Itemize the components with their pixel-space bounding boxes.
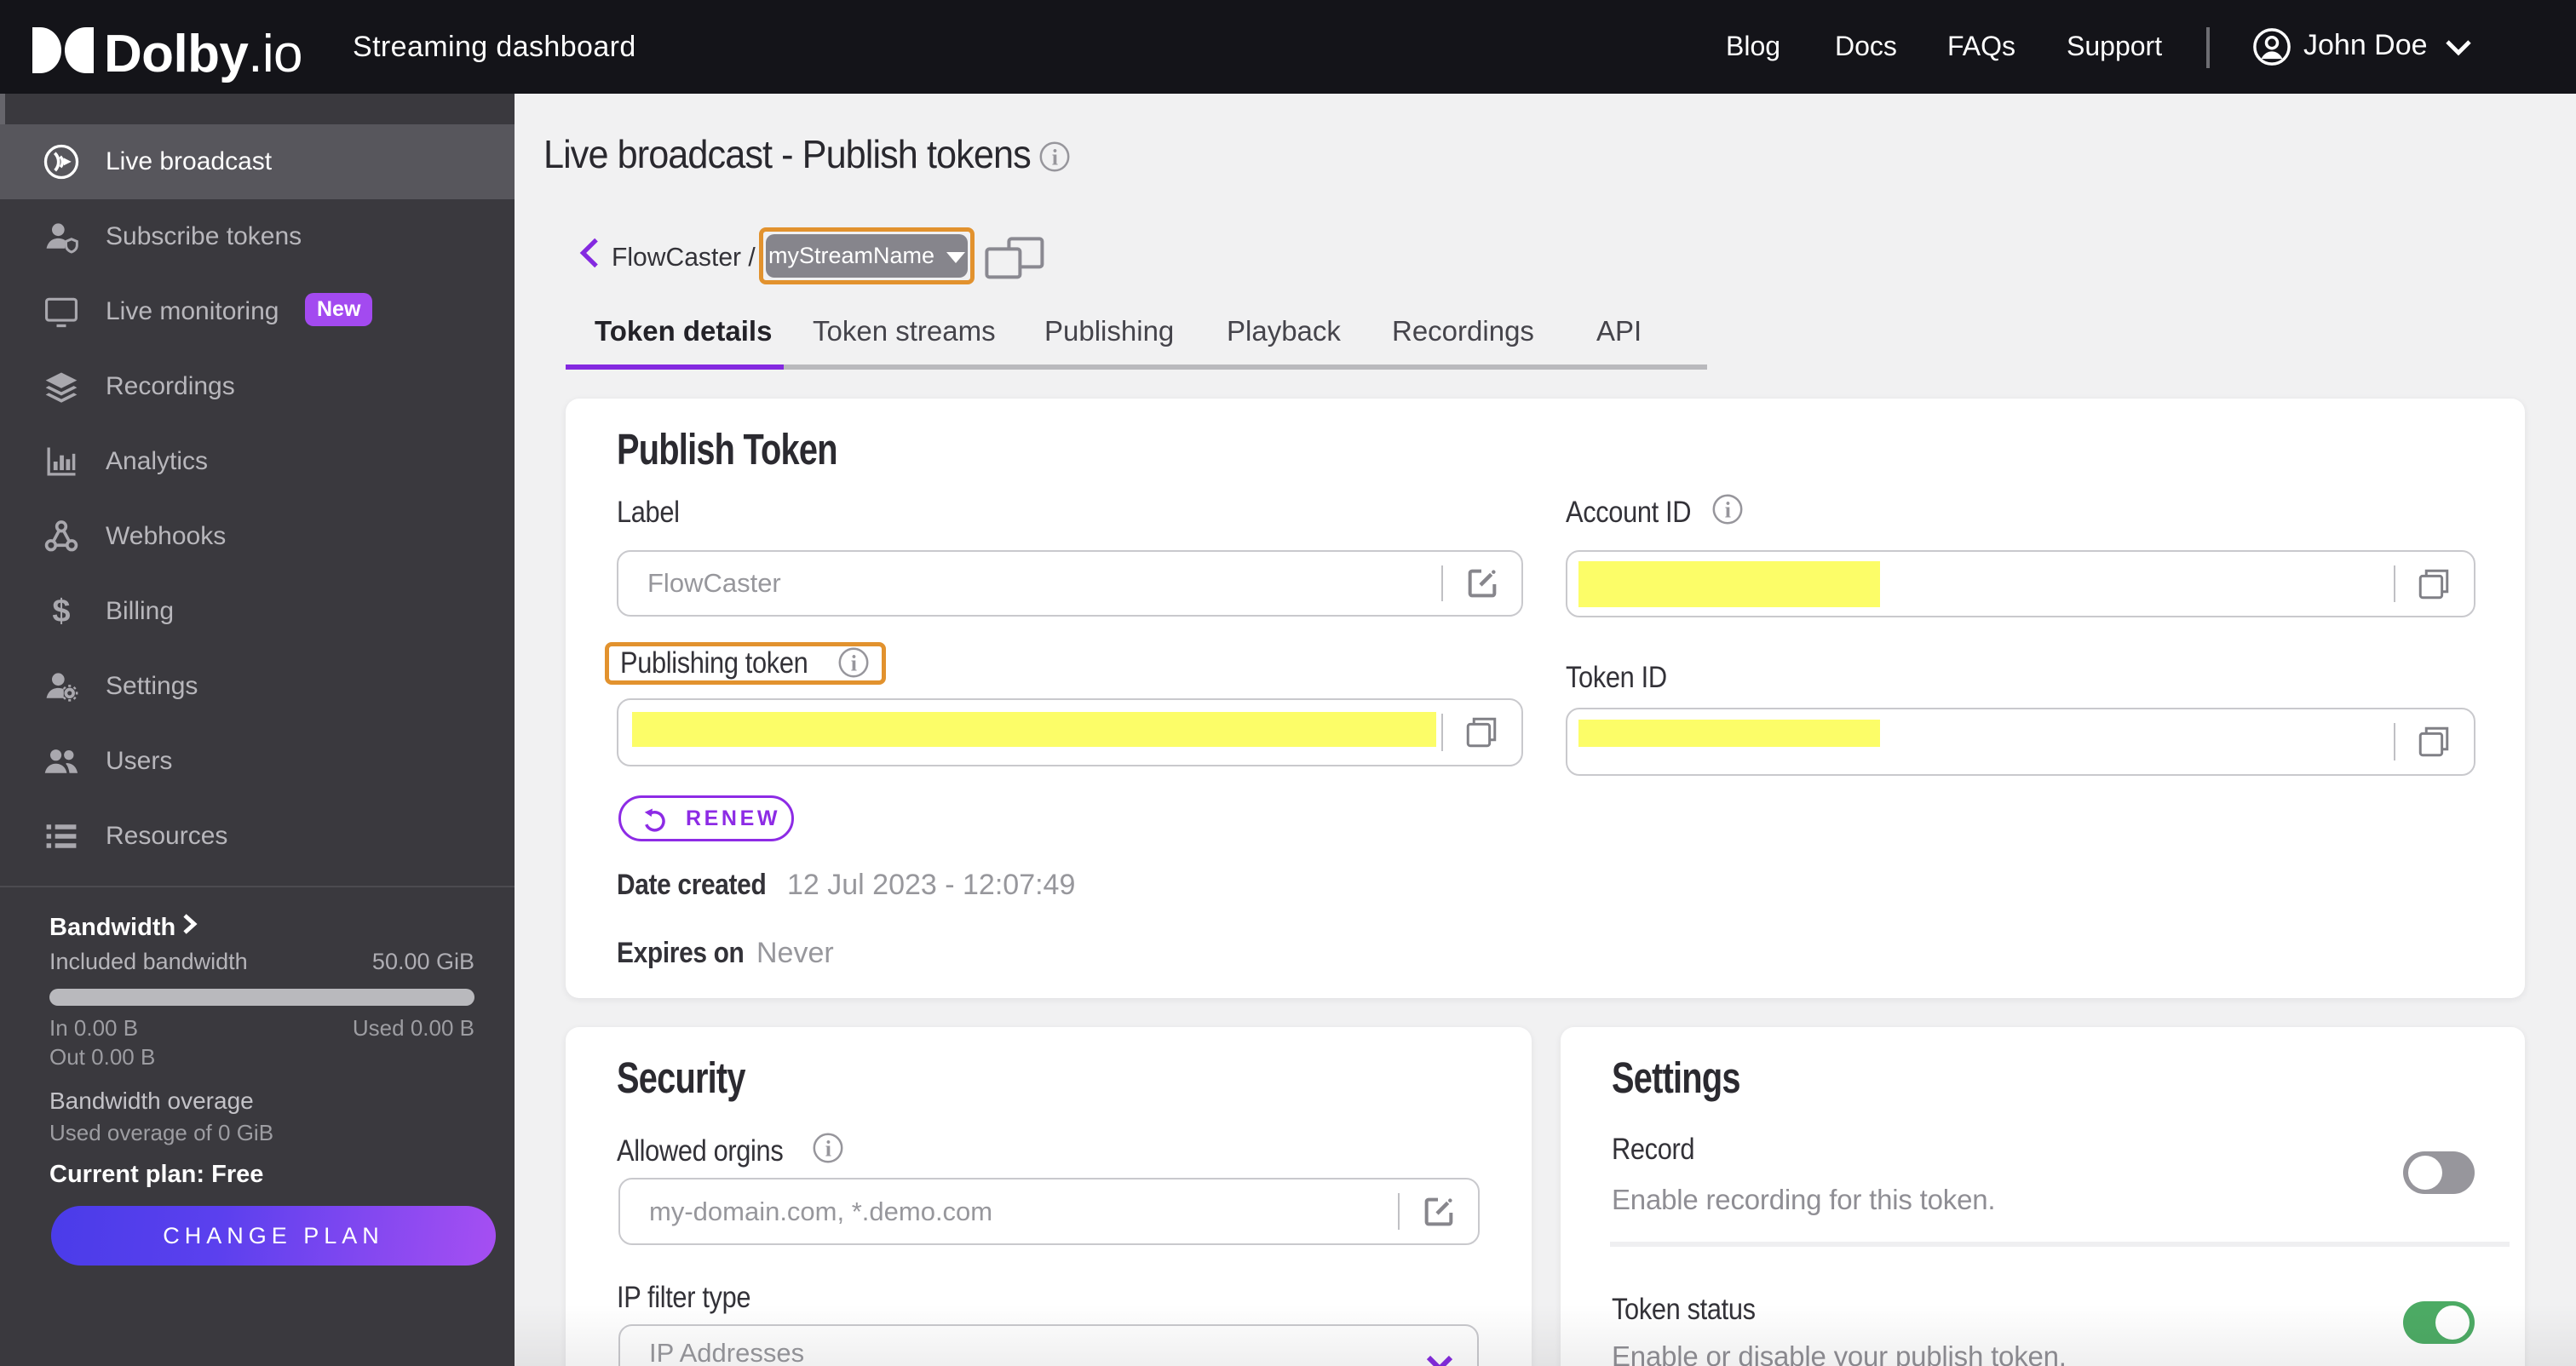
svg-text:i: i bbox=[825, 1137, 831, 1162]
svg-text:i: i bbox=[1052, 146, 1058, 170]
svg-text:i: i bbox=[1725, 498, 1731, 523]
svg-text:i: i bbox=[851, 651, 857, 676]
